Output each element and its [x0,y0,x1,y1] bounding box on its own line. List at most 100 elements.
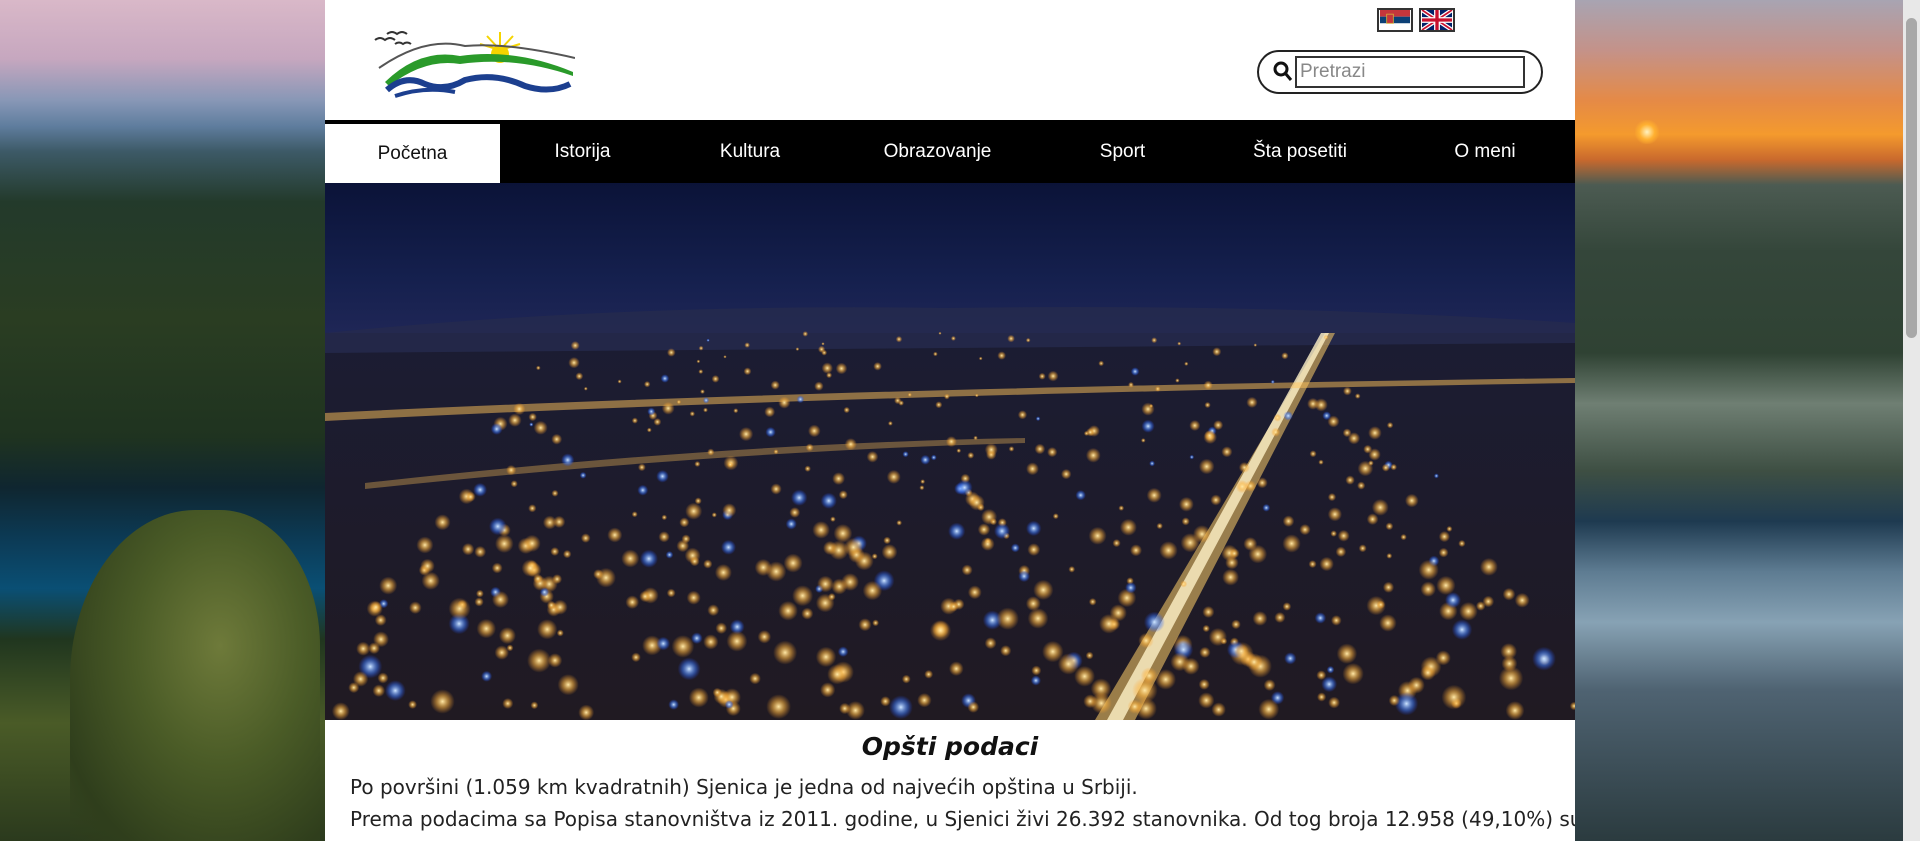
city-light [801,607,814,620]
nav-item-pocetna[interactable]: Početna [325,124,500,183]
city-light [1331,615,1342,626]
city-light [1479,557,1498,576]
search-icon[interactable] [1273,61,1293,83]
city-light [1203,380,1213,390]
city-light [536,365,541,371]
hero-city-night-image [325,183,1575,720]
city-light [1505,701,1525,720]
city-light [1363,444,1373,454]
blue-city-light [656,470,669,483]
nav-item-sport[interactable]: Sport [1040,120,1205,183]
blue-city-light [721,539,736,555]
blue-city-light [1125,582,1137,594]
city-light [528,412,537,422]
nav-item-o-meni[interactable]: O meni [1395,120,1575,183]
city-light [828,593,836,601]
city-light [1180,580,1188,588]
city-light [766,561,787,582]
blue-city-light [1075,490,1086,501]
city-light [1299,524,1311,536]
blue-city-light [1141,419,1155,433]
city-light [711,375,720,383]
city-light [715,622,728,634]
city-light [1273,413,1282,422]
city-light [557,674,579,696]
serbian-flag-icon[interactable] [1377,8,1413,32]
scrollbar[interactable] [1903,0,1920,841]
city-light [829,540,849,561]
city-light [1181,517,1190,526]
city-light [1382,581,1395,593]
blue-city-light [1143,611,1165,633]
city-light [1155,386,1161,392]
left-background-image [0,0,325,841]
city-light [1211,702,1226,717]
city-light [1007,334,1015,343]
blue-city-light [785,518,797,530]
right-background-image [1575,0,1920,841]
city-light [945,436,957,448]
search-input[interactable] [1295,56,1525,88]
city-light [1435,650,1451,666]
city-light [666,588,676,598]
city-light [1202,606,1215,618]
blue-city-light [1532,646,1556,671]
city-light [1368,426,1382,440]
city-light [661,514,668,521]
nav-item-kultura[interactable]: Kultura [665,120,835,183]
city-light [1026,462,1039,476]
city-light [1475,601,1486,611]
city-light [1459,602,1478,621]
blue-city-light [1035,416,1041,421]
uk-flag-icon[interactable] [1419,8,1455,32]
city-light [1418,559,1439,580]
nav-item-sta-posetiti[interactable]: Šta posetiti [1205,120,1395,183]
blue-city-light [1451,619,1473,640]
city-light [996,607,1019,630]
city-light [631,652,641,663]
city-light [1199,646,1211,658]
city-light [1098,360,1104,367]
city-light [1033,579,1054,600]
city-light [886,469,901,484]
city-light [804,465,811,472]
city-light [416,536,434,554]
city-light [1438,547,1449,558]
blue-city-light [1018,570,1030,583]
city-light [1246,396,1258,408]
section-heading: Opšti podaci [861,732,1039,761]
city-light [1180,533,1200,553]
city-light [580,533,591,543]
blue-city-light [948,522,966,540]
city-light [1500,643,1517,660]
blue-city-light [703,397,710,404]
city-light [506,465,517,476]
city-light [1256,477,1268,489]
site-logo[interactable] [365,28,575,98]
city-light [1204,401,1211,409]
blue-city-light [579,471,587,479]
city-light [907,392,912,397]
city-light [1282,534,1301,553]
city-light [369,601,382,614]
city-light [1052,513,1059,520]
city-light [783,553,803,573]
city-light [1336,643,1358,664]
city-light [817,575,834,593]
city-light [552,599,568,615]
scrollbar-thumb[interactable] [1906,18,1917,338]
city-light [880,696,891,707]
blue-city-light [1030,675,1041,686]
city-light [638,463,646,472]
nav-item-obrazovanje[interactable]: Obrazovanje [835,120,1040,183]
city-light [1238,462,1250,473]
city-light [1085,447,1101,463]
nav-item-istorija[interactable]: Istorija [500,120,665,183]
city-light [530,701,539,710]
city-light [707,604,720,617]
city-light [812,521,830,539]
city-light [474,597,484,607]
city-light [1317,692,1327,702]
city-light [681,534,691,544]
city-light [1198,458,1215,475]
